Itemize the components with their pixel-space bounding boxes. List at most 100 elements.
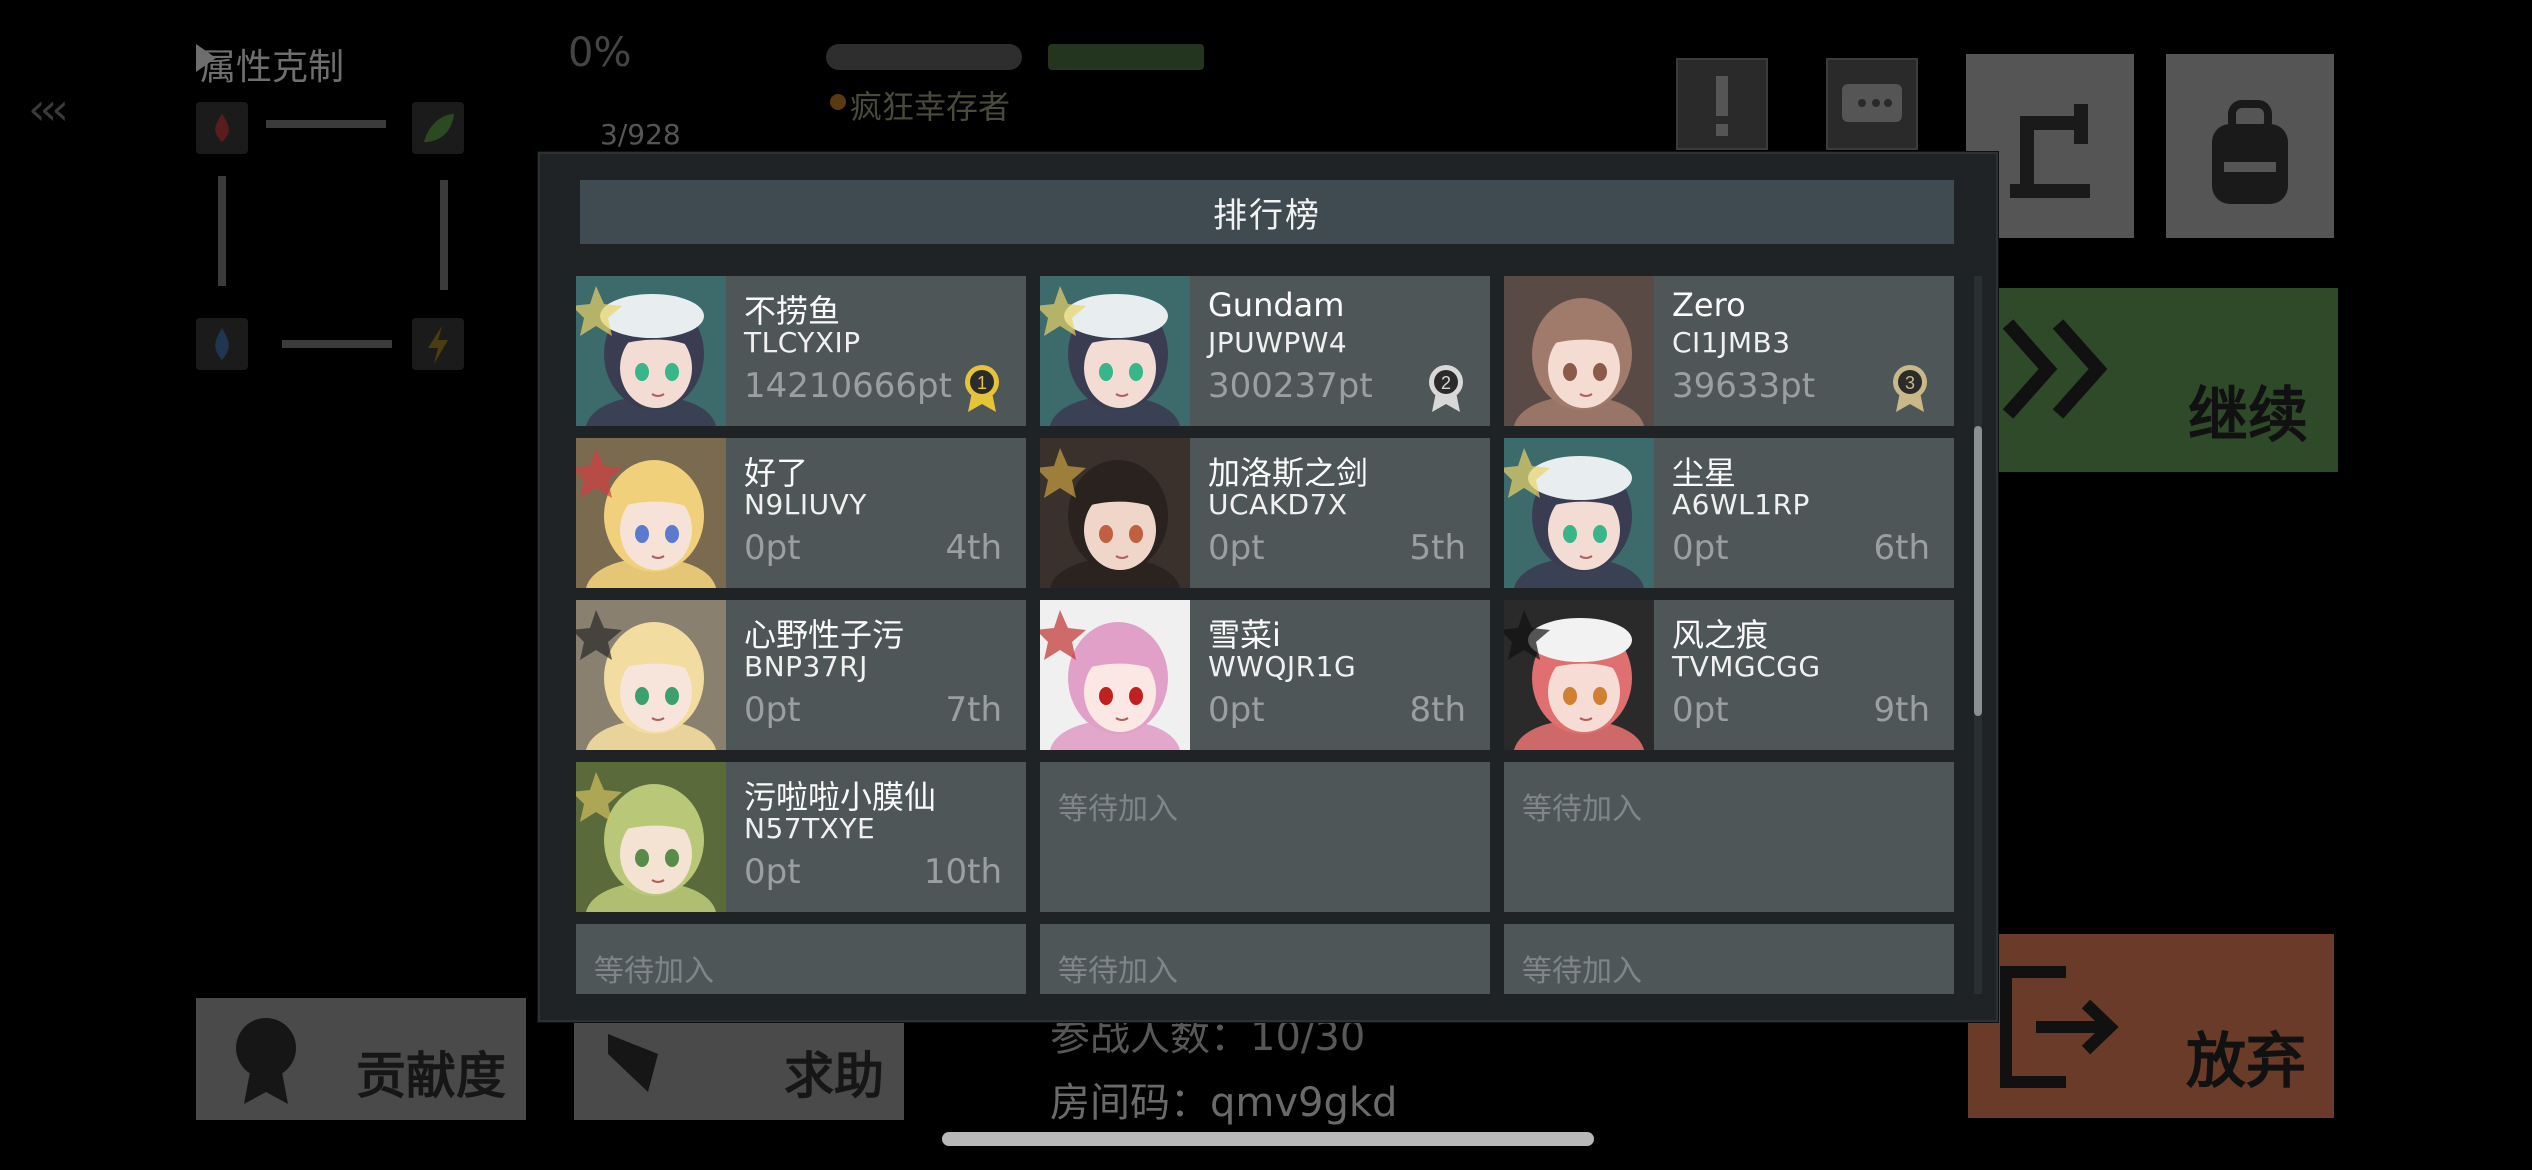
player-score: 0pt (1208, 528, 1265, 568)
element-arrow (282, 340, 392, 348)
player-rank: 5th (1409, 528, 1466, 568)
waiting-label: 等待加入 (1058, 954, 1178, 989)
player-id: CI1JMB3 (1672, 326, 1791, 359)
player-score: 14210666pt (744, 366, 952, 406)
contribution-button[interactable]: 贡献度 (196, 998, 526, 1120)
player-score: 0pt (744, 690, 801, 730)
player-rank: 7th (945, 690, 1002, 730)
home-indicator[interactable] (942, 1132, 1594, 1146)
player-avatar[interactable] (576, 762, 726, 912)
player-rank: 6th (1873, 528, 1930, 568)
svg-text:1: 1 (977, 373, 987, 393)
leaderboard-grid[interactable]: 不捞鱼 TLCYXIP 14210666pt 1 Gundam JPUWPW4 300237… (576, 276, 1962, 994)
exit-icon (2000, 966, 2119, 1088)
double-chevron-icon (2002, 319, 2108, 419)
megaphone-icon (608, 1034, 658, 1092)
player-id: BNP37RJ (744, 650, 868, 683)
svg-text:3: 3 (1905, 373, 1915, 393)
chat-icon (1842, 84, 1902, 122)
empty-slot-card[interactable]: 等待加入 (576, 924, 1026, 994)
empty-slot-card[interactable]: 等待加入 (1040, 924, 1490, 994)
waiting-label: 等待加入 (594, 954, 714, 989)
leaderboard-card[interactable]: 尘星 A6WL1RP 0pt 6th (1504, 438, 1954, 588)
back-chevrons-icon[interactable]: ‹‹‹ (28, 84, 69, 135)
progress-percent: 0% (568, 30, 632, 76)
player-rank: 9th (1873, 690, 1930, 730)
player-rank: 4th (945, 528, 1002, 568)
player-avatar[interactable] (1040, 438, 1190, 588)
exclamation-icon (1716, 76, 1728, 136)
medal-bronze-icon: 3 (1893, 365, 1927, 412)
empty-slot-card[interactable]: 等待加入 (1040, 762, 1490, 912)
waiting-label: 等待加入 (1522, 792, 1642, 827)
continue-label: 继续 (2188, 381, 2308, 451)
waiting-label: 等待加入 (1058, 792, 1178, 827)
leaderboard-card[interactable]: 不捞鱼 TLCYXIP 14210666pt 1 (576, 276, 1026, 426)
chat-button[interactable] (1826, 58, 1918, 150)
alert-button[interactable] (1676, 58, 1768, 150)
svg-text:2: 2 (1441, 373, 1451, 393)
leaderboard-title: 排行榜 (580, 180, 1954, 244)
waiting-label: 等待加入 (1522, 954, 1642, 989)
leaderboard-card[interactable]: 好了 N9LIUVY 0pt 4th (576, 438, 1026, 588)
player-name: Zero (1672, 286, 1746, 324)
scrollbar-thumb[interactable] (1974, 426, 1982, 716)
player-score: 300237pt (1208, 366, 1373, 406)
player-avatar[interactable] (576, 600, 726, 750)
player-avatar[interactable] (1040, 276, 1190, 426)
leaderboard-card[interactable]: 风之痕 TVMGCGG 0pt 9th (1504, 600, 1954, 750)
backpack-button[interactable] (2166, 54, 2334, 238)
leaderboard-card[interactable]: Gundam JPUWPW4 300237pt 2 (1040, 276, 1490, 426)
leaderboard-card[interactable]: 加洛斯之剑 UCAKD7X 0pt 5th (1040, 438, 1490, 588)
player-score: 0pt (1672, 690, 1729, 730)
player-id: A6WL1RP (1672, 488, 1810, 521)
stage-bar (1048, 44, 1204, 70)
leaderboard-scrollbar[interactable] (1974, 276, 1982, 994)
element-arrow (440, 180, 448, 290)
fire-element-icon (196, 102, 248, 154)
player-id: N9LIUVY (744, 488, 867, 521)
player-avatar[interactable] (1040, 600, 1190, 750)
leaderboard-card[interactable]: Zero CI1JMB3 39633pt 3 (1504, 276, 1954, 426)
leaf-element-icon (412, 102, 464, 154)
continue-button[interactable]: 继续 (1988, 288, 2338, 472)
player-avatar[interactable] (576, 438, 726, 588)
leaderboard-dialog: 排行榜 不捞鱼 TLCYXIP 14210666pt 1 Gundam JPUWPW4 30… (538, 152, 1998, 1022)
player-score: 39633pt (1672, 366, 1816, 406)
attribute-chart-title[interactable]: 属性克制 (200, 38, 344, 90)
player-avatar[interactable] (1504, 276, 1654, 426)
give-up-label: 放弃 (2186, 1027, 2306, 1097)
backpack-icon (2212, 100, 2288, 204)
player-score: 0pt (744, 852, 801, 892)
help-label: 求助 (784, 1047, 884, 1105)
element-arrow (218, 176, 226, 286)
lightning-element-icon (412, 318, 464, 370)
player-score: 0pt (744, 528, 801, 568)
goal-dot-icon (830, 94, 846, 110)
player-avatar[interactable] (1504, 600, 1654, 750)
leaderboard-card[interactable]: 心野性子污 BNP37RJ 0pt 7th (576, 600, 1026, 750)
medal-gold-icon: 1 (965, 365, 999, 412)
player-name: Gundam (1208, 286, 1345, 324)
contribution-label: 贡献度 (356, 1047, 506, 1105)
give-up-button[interactable]: 放弃 (1968, 934, 2334, 1118)
player-avatar[interactable] (1504, 438, 1654, 588)
player-id: TVMGCGG (1672, 650, 1821, 683)
player-avatar[interactable] (576, 276, 726, 426)
empty-slot-card[interactable]: 等待加入 (1504, 762, 1954, 912)
leaderboard-card[interactable]: 雪菜i WWQJR1G 0pt 8th (1040, 600, 1490, 750)
player-rank: 8th (1409, 690, 1466, 730)
medal-silver-icon: 2 (1429, 365, 1463, 412)
player-id: JPUWPW4 (1208, 326, 1348, 359)
player-score: 0pt (1208, 690, 1265, 730)
goal-text: 疯狂幸存者 (850, 88, 1011, 126)
progress-bar (826, 44, 1022, 70)
element-arrow (266, 120, 386, 128)
player-id: N57TXYE (744, 812, 876, 845)
water-element-icon (196, 318, 248, 370)
leaderboard-card[interactable]: 污啦啦小膜仙 N57TXYE 0pt 10th (576, 762, 1026, 912)
empty-slot-card[interactable]: 等待加入 (1504, 924, 1954, 994)
player-score: 0pt (1672, 528, 1729, 568)
resource-count: 3/928 (600, 118, 681, 151)
player-id: TLCYXIP (744, 326, 861, 359)
